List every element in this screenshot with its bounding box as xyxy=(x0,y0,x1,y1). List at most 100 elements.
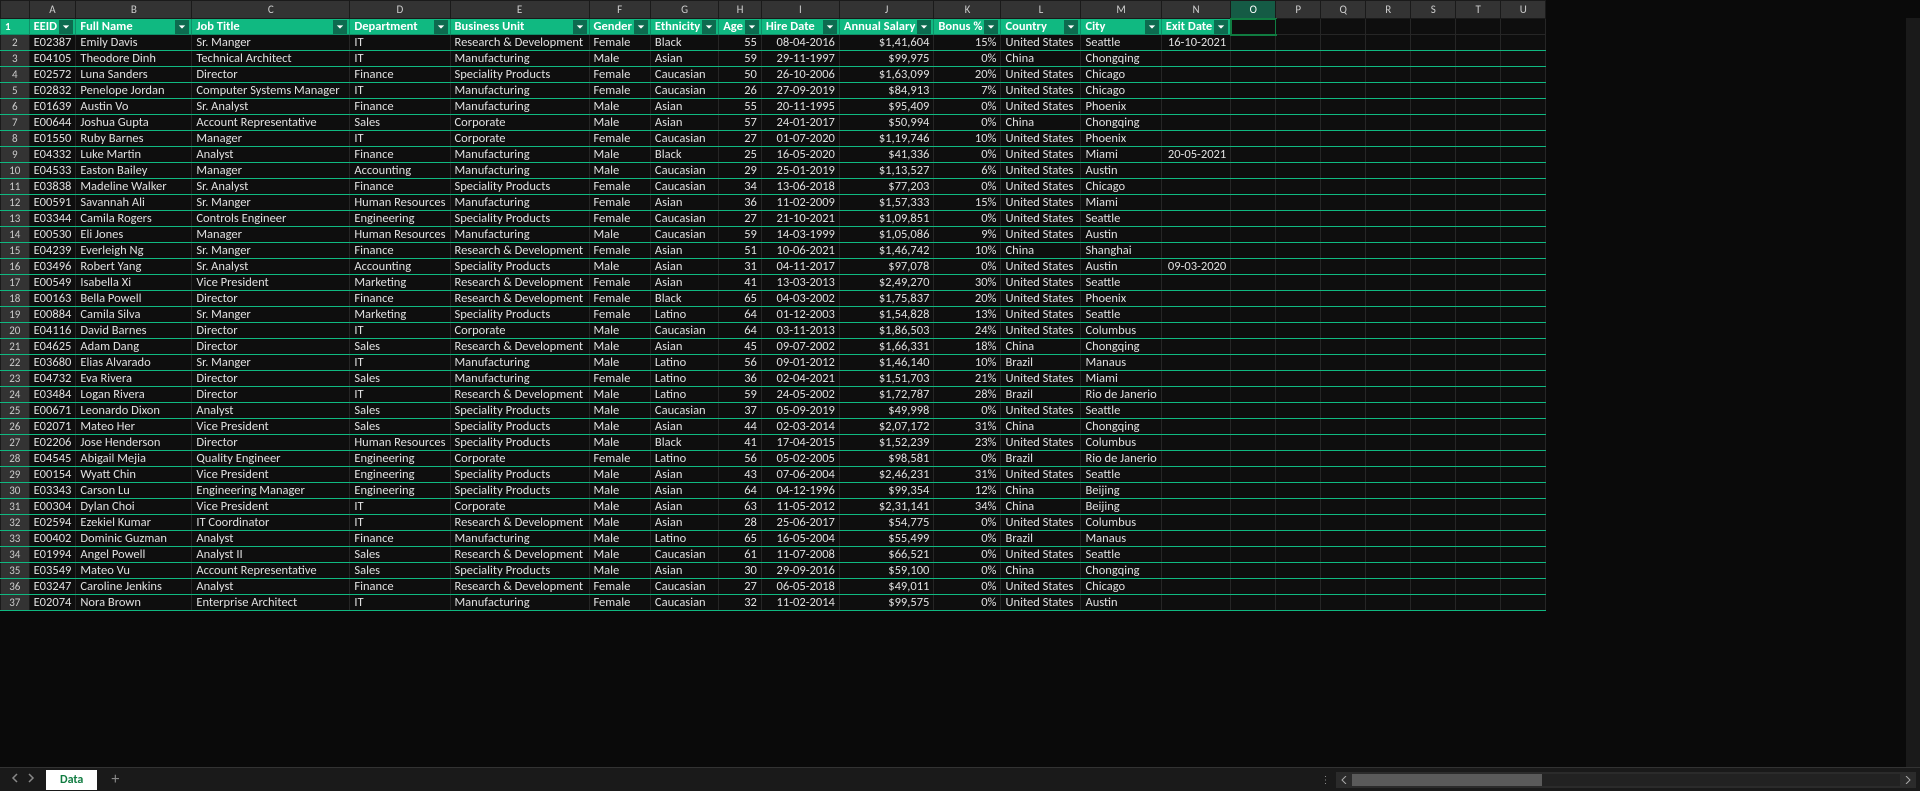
cell[interactable]: 12% xyxy=(934,483,1001,499)
cell[interactable] xyxy=(1501,291,1546,307)
cell[interactable]: Female xyxy=(589,131,650,147)
cell[interactable]: 02-03-2014 xyxy=(761,419,839,435)
cell[interactable] xyxy=(1456,547,1501,563)
cell[interactable]: Caucasian xyxy=(650,579,718,595)
cell[interactable]: Dominic Guzman xyxy=(76,531,192,547)
cell[interactable] xyxy=(1501,595,1546,611)
cell[interactable]: Caucasian xyxy=(650,131,718,147)
table-header-cell[interactable]: Gender xyxy=(589,19,650,35)
cell[interactable]: 01-07-2020 xyxy=(761,131,839,147)
scroll-track[interactable] xyxy=(1352,774,1900,786)
cell[interactable]: Director xyxy=(192,339,350,355)
cell[interactable] xyxy=(1366,595,1411,611)
cell[interactable]: IT xyxy=(350,355,450,371)
filter-dropdown-icon[interactable] xyxy=(434,20,448,34)
cell[interactable] xyxy=(1501,451,1546,467)
cell[interactable]: Finance xyxy=(350,67,450,83)
column-header[interactable]: U xyxy=(1501,1,1546,19)
cell[interactable] xyxy=(1501,403,1546,419)
cell[interactable] xyxy=(1276,131,1321,147)
cell[interactable]: Speciality Products xyxy=(450,67,589,83)
cell[interactable]: Carson Lu xyxy=(76,483,192,499)
cell[interactable] xyxy=(1321,467,1366,483)
cell[interactable] xyxy=(1411,435,1456,451)
cell[interactable] xyxy=(1501,467,1546,483)
cell[interactable] xyxy=(1501,547,1546,563)
cell[interactable]: Sr. Analyst xyxy=(192,99,350,115)
row-header[interactable]: 17 xyxy=(1,275,30,291)
cell[interactable]: Female xyxy=(589,211,650,227)
cell[interactable] xyxy=(1321,499,1366,515)
table-header-cell[interactable]: Department xyxy=(350,19,450,35)
cell[interactable]: IT xyxy=(350,387,450,403)
cell[interactable]: Seattle xyxy=(1081,403,1161,419)
column-header[interactable]: G xyxy=(650,1,718,19)
cell[interactable] xyxy=(1366,195,1411,211)
cell[interactable]: Speciality Products xyxy=(450,403,589,419)
table-header-cell[interactable]: Full Name xyxy=(76,19,192,35)
cell[interactable] xyxy=(1501,339,1546,355)
cell[interactable] xyxy=(1456,275,1501,291)
cell[interactable] xyxy=(1501,99,1546,115)
cell[interactable]: 7% xyxy=(934,83,1001,99)
cell[interactable]: Corporate xyxy=(450,451,589,467)
cell[interactable] xyxy=(1276,275,1321,291)
cell[interactable] xyxy=(1321,211,1366,227)
column-header[interactable]: B xyxy=(76,1,192,19)
cell[interactable] xyxy=(1276,83,1321,99)
cell[interactable]: $99,575 xyxy=(839,595,934,611)
table-header-cell[interactable]: Business Unit xyxy=(450,19,589,35)
cell[interactable] xyxy=(1456,355,1501,371)
cell[interactable] xyxy=(1231,227,1276,243)
cell[interactable]: Phoenix xyxy=(1081,131,1161,147)
column-header[interactable]: J xyxy=(839,1,934,19)
cell[interactable] xyxy=(1321,99,1366,115)
cell[interactable]: Male xyxy=(589,483,650,499)
cell[interactable]: Male xyxy=(589,499,650,515)
cell[interactable] xyxy=(1161,115,1230,131)
cell[interactable] xyxy=(1456,67,1501,83)
cell[interactable] xyxy=(1456,435,1501,451)
cell[interactable]: E03247 xyxy=(29,579,76,595)
cell[interactable]: Human Resources xyxy=(350,195,450,211)
cell[interactable] xyxy=(1501,243,1546,259)
cell[interactable] xyxy=(1231,563,1276,579)
cell[interactable]: $2,31,141 xyxy=(839,499,934,515)
cell[interactable]: Sr. Manger xyxy=(192,195,350,211)
cell[interactable]: 43 xyxy=(719,467,762,483)
cell[interactable] xyxy=(1366,35,1411,51)
cell[interactable] xyxy=(1231,355,1276,371)
cell[interactable] xyxy=(1501,483,1546,499)
cell[interactable]: 10-06-2021 xyxy=(761,243,839,259)
tab-split-handle[interactable]: ⋮ xyxy=(1316,773,1336,786)
column-header[interactable]: N xyxy=(1161,1,1230,19)
row-header[interactable]: 9 xyxy=(1,147,30,163)
cell[interactable]: $1,63,099 xyxy=(839,67,934,83)
cell[interactable]: Speciality Products xyxy=(450,483,589,499)
cell[interactable] xyxy=(1321,531,1366,547)
cell[interactable]: Nora Brown xyxy=(76,595,192,611)
cell[interactable] xyxy=(1231,291,1276,307)
row-header[interactable]: 20 xyxy=(1,323,30,339)
cell[interactable]: 6% xyxy=(934,163,1001,179)
cell[interactable]: Caucasian xyxy=(650,163,718,179)
cell[interactable]: United States xyxy=(1001,403,1081,419)
cell[interactable] xyxy=(1411,403,1456,419)
cell[interactable] xyxy=(1321,547,1366,563)
cell[interactable]: 0% xyxy=(934,595,1001,611)
cell[interactable]: Female xyxy=(589,83,650,99)
cell[interactable] xyxy=(1321,19,1366,35)
cell[interactable] xyxy=(1161,243,1230,259)
cell[interactable]: 27-09-2019 xyxy=(761,83,839,99)
cell[interactable]: Male xyxy=(589,531,650,547)
cell[interactable] xyxy=(1161,291,1230,307)
cell[interactable] xyxy=(1231,499,1276,515)
cell[interactable]: Rio de Janerio xyxy=(1081,387,1161,403)
cell[interactable] xyxy=(1411,387,1456,403)
cell[interactable]: Sr. Analyst xyxy=(192,259,350,275)
cell[interactable] xyxy=(1231,339,1276,355)
cell[interactable]: Sales xyxy=(350,339,450,355)
cell[interactable] xyxy=(1276,419,1321,435)
cell[interactable]: 17-04-2015 xyxy=(761,435,839,451)
cell[interactable] xyxy=(1321,323,1366,339)
